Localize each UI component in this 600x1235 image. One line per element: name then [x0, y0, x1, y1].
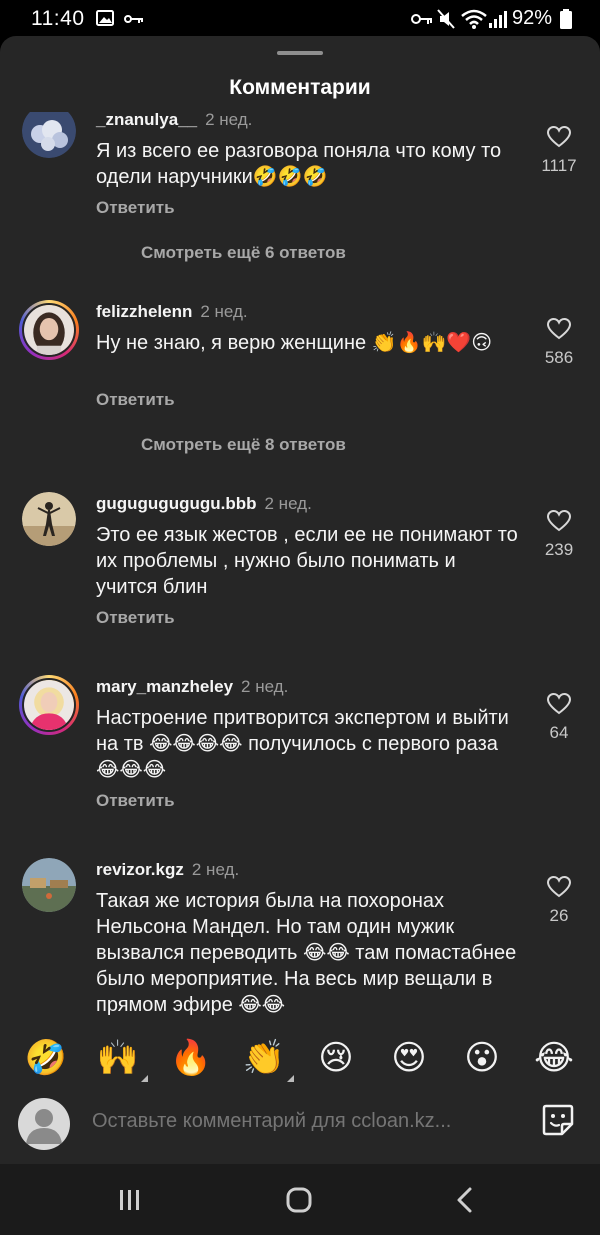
- like-button[interactable]: 64: [528, 693, 590, 743]
- own-avatar[interactable]: [18, 1098, 70, 1150]
- like-button[interactable]: 1117: [528, 126, 590, 176]
- comment-item: mary_manzheley 2 нед. Настроение притвори…: [0, 671, 600, 841]
- avatar[interactable]: [22, 858, 76, 912]
- reply-button[interactable]: Ответить: [96, 608, 175, 628]
- vpn-key-icon: [411, 14, 432, 24]
- status-bar: 11:40 92%: [0, 0, 600, 36]
- comment-text: Ну не знаю, я верю женщине 👏🔥🙌❤️🙃: [96, 332, 493, 354]
- comment-text: Настроение притворится экспертом и выйти…: [96, 707, 509, 781]
- avatar[interactable]: [22, 112, 76, 158]
- home-icon[interactable]: [279, 1184, 319, 1216]
- avatar[interactable]: [22, 492, 76, 546]
- like-button[interactable]: 26: [528, 876, 590, 926]
- status-time: 11:40: [31, 7, 85, 30]
- comments-sheet: Комментарии _znanulya__ 2 нед. Я из всего…: [0, 36, 600, 1164]
- system-nav-bar: [0, 1164, 600, 1235]
- comment-text: Я из всего ее разговора поняла что кому …: [96, 140, 502, 188]
- battery-icon: [560, 9, 572, 29]
- avatar-image: [24, 305, 74, 355]
- avatar-image: [22, 112, 76, 158]
- skin-tone-indicator: [141, 1075, 148, 1082]
- like-count: 64: [549, 723, 569, 742]
- sheet-title: Комментарии: [229, 76, 371, 99]
- comment-item: revizor.kgz 2 нед. Такая же история была …: [0, 854, 600, 1020]
- comment-username[interactable]: gugugugugugu.bbb 2 нед.: [96, 494, 312, 514]
- back-icon[interactable]: [446, 1184, 486, 1216]
- like-button[interactable]: 239: [528, 510, 590, 560]
- view-more-replies[interactable]: Смотреть ещё 8 ответов: [141, 435, 346, 455]
- heart-icon[interactable]: [547, 126, 571, 148]
- wifi-icon: [461, 9, 487, 29]
- comment-text: Это ее язык жестов , если ее не понимают…: [96, 524, 518, 598]
- sticker-icon[interactable]: [540, 1102, 576, 1138]
- key-icon: [124, 15, 143, 23]
- like-count: 239: [544, 540, 574, 559]
- comment-time: 2 нед.: [241, 677, 289, 696]
- comment-time: 2 нед.: [200, 302, 248, 321]
- emoji-crying-button[interactable]: 😢: [314, 1036, 358, 1080]
- comment-time: 2 нед.: [205, 112, 253, 129]
- emoji-clap-button[interactable]: 👏: [242, 1036, 294, 1082]
- reply-button[interactable]: Ответить: [96, 198, 175, 218]
- comment-username[interactable]: revizor.kgz 2 нед.: [96, 860, 239, 880]
- recent-apps-icon[interactable]: [110, 1184, 150, 1216]
- emoji-heart-eyes-button[interactable]: 😍: [387, 1036, 431, 1080]
- comment-item: felizzhelenn 2 нед. Ну не знаю, я верю же…: [0, 296, 600, 486]
- comment-input[interactable]: [92, 1106, 512, 1136]
- comment-username[interactable]: _znanulya__ 2 нед.: [96, 112, 252, 130]
- signal-icon: [489, 11, 507, 28]
- emoji-fire-button[interactable]: 🔥: [169, 1036, 213, 1080]
- reply-button[interactable]: Ответить: [96, 791, 175, 811]
- comment-username[interactable]: mary_manzheley 2 нед.: [96, 677, 288, 697]
- heart-icon[interactable]: [547, 318, 571, 340]
- avatar-image: [22, 858, 76, 912]
- sheet-grabber[interactable]: [277, 51, 323, 55]
- comment-time: 2 нед.: [191, 860, 240, 879]
- comment-username[interactable]: felizzhelenn 2 нед.: [96, 302, 248, 322]
- skin-tone-indicator: [287, 1075, 294, 1082]
- avatar-image: [24, 680, 74, 730]
- emoji-surprised-button[interactable]: 😮: [460, 1036, 504, 1080]
- emoji-quick-bar: 🤣 🙌 🔥 👏 😢 😍 😮 😂: [0, 1020, 600, 1090]
- comments-list[interactable]: _znanulya__ 2 нед. Я из всего ее разговор…: [0, 112, 600, 1020]
- avatar[interactable]: [19, 675, 79, 735]
- default-avatar-icon: [26, 1109, 62, 1144]
- comment-input-row: [0, 1090, 600, 1164]
- like-count: 26: [549, 906, 569, 925]
- comment-item: _znanulya__ 2 нед. Я из всего ее разговор…: [0, 112, 600, 294]
- battery-percent: 92%: [512, 7, 553, 29]
- heart-icon[interactable]: [547, 693, 571, 715]
- mute-icon: [437, 9, 455, 29]
- like-count: 1117: [541, 156, 577, 175]
- heart-icon[interactable]: [547, 510, 571, 532]
- comment-item: gugugugugugu.bbb 2 нед. Это ее язык жесто…: [0, 488, 600, 658]
- emoji-rofl-button[interactable]: 🤣: [24, 1036, 68, 1080]
- comment-text: Такая же история была на похоронах Нельс…: [96, 890, 517, 1016]
- gallery-icon: [96, 10, 114, 26]
- reply-button[interactable]: Ответить: [96, 390, 175, 410]
- emoji-raised-hands-button[interactable]: 🙌: [96, 1036, 148, 1082]
- comment-time: 2 нед.: [264, 494, 312, 513]
- like-button[interactable]: 586: [528, 318, 590, 368]
- heart-icon[interactable]: [547, 876, 571, 898]
- like-count: 586: [544, 348, 574, 367]
- emoji-joy-button[interactable]: 😂: [532, 1036, 576, 1080]
- avatar-image: [22, 492, 76, 546]
- avatar[interactable]: [19, 300, 79, 360]
- view-more-replies[interactable]: Смотреть ещё 6 ответов: [141, 243, 346, 263]
